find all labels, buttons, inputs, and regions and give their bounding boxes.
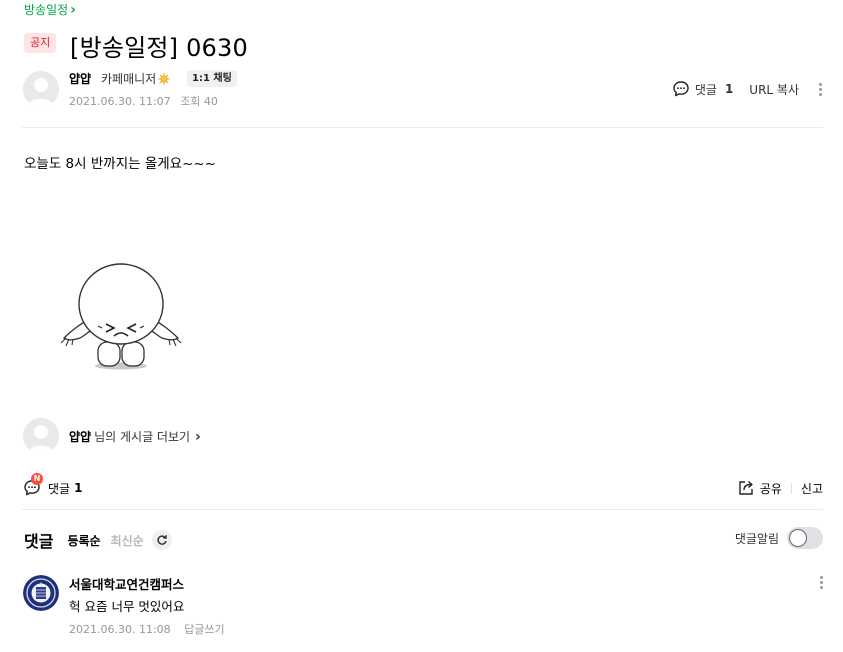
- crying-character-icon: [60, 263, 182, 370]
- share-button[interactable]: 공유: [737, 479, 782, 497]
- one-to-one-chat-button[interactable]: 1:1 채팅: [187, 70, 237, 87]
- comment-notify-toggle[interactable]: [787, 527, 823, 549]
- url-copy-button[interactable]: URL 복사: [749, 81, 799, 98]
- comment-link-count: 1: [724, 82, 734, 96]
- refresh-button[interactable]: [151, 530, 172, 550]
- share-icon: [739, 480, 753, 495]
- comment-link[interactable]: 댓글 1: [672, 80, 733, 98]
- comment-link-label: 댓글: [694, 82, 717, 97]
- comment-toggle-label: 댓글: [48, 481, 71, 496]
- author-avatar[interactable]: [23, 71, 59, 107]
- comment-avatar[interactable]: [23, 575, 59, 611]
- comment-meta: 2021.06.30. 11:08 답글쓰기: [69, 621, 235, 637]
- more-options-icon[interactable]: [815, 82, 825, 96]
- share-report-group: 공유 신고: [737, 479, 823, 497]
- post-views: 조회 40: [180, 95, 218, 108]
- author-more-avatar[interactable]: [23, 418, 59, 454]
- sort-latest-button[interactable]: 최신순: [111, 532, 144, 549]
- comment-more-options-icon[interactable]: [816, 576, 826, 589]
- share-label: 공유: [759, 481, 782, 496]
- author-more-name: 얍얍: [69, 430, 92, 444]
- comment-toggle[interactable]: N 댓글 1: [22, 473, 83, 498]
- post-meta: 2021.06.30. 11:07 조회 40: [69, 93, 224, 109]
- post-top-actions: 댓글 1 URL 복사: [672, 80, 825, 98]
- post-title: [방송일정] 0630: [70, 34, 248, 62]
- comments-title: 댓글: [24, 532, 54, 551]
- post-body-text: 오늘도 8시 반까지는 올게요~~~: [24, 156, 217, 172]
- separator: [790, 482, 792, 494]
- post-date: 2021.06.30. 11:07: [69, 95, 171, 108]
- comments-divider: [22, 509, 823, 510]
- comment-author[interactable]: 서울대학교연건캠퍼스: [69, 574, 184, 593]
- refresh-icon: [157, 535, 167, 545]
- reply-button[interactable]: 답글쓰기: [184, 623, 224, 636]
- comment-notify-label: 댓글알림: [734, 531, 779, 546]
- comment-date: 2021.06.30. 11:08: [69, 623, 171, 636]
- chevron-right-icon: ›: [70, 1, 76, 18]
- author-more-posts-link[interactable]: 얍얍 님의 게시글 더보기 ›: [69, 428, 201, 445]
- chevron-right-icon: ›: [195, 428, 201, 445]
- board-name[interactable]: 방송일정: [24, 1, 68, 18]
- comment-text: 헉 요즘 너무 멋있어요: [69, 599, 185, 614]
- comments-header: 댓글 등록순 최신순: [24, 528, 172, 552]
- author-role: 카페매니저: [101, 70, 170, 87]
- default-profile-icon: [23, 418, 59, 454]
- author-more-label: 님의 게시글 더보기: [94, 430, 191, 444]
- post-bottom-bar: N 댓글 1 공유 신고: [22, 473, 823, 498]
- post-sticker-image: [58, 258, 184, 374]
- comment-bubble-icon: [673, 81, 689, 97]
- comment-notify: 댓글알림: [735, 527, 823, 549]
- new-badge: N: [31, 473, 43, 485]
- header-divider: [22, 127, 823, 128]
- author-name[interactable]: 얍얍: [69, 70, 91, 87]
- manager-sun-icon: [158, 73, 170, 84]
- default-profile-icon: [23, 71, 59, 107]
- comment-toggle-count: 1: [74, 481, 83, 495]
- report-button[interactable]: 신고: [801, 480, 823, 497]
- board-link[interactable]: 방송일정 ›: [24, 1, 76, 18]
- role-label: 카페매니저: [101, 72, 157, 86]
- sort-registered-button[interactable]: 등록순: [67, 532, 100, 549]
- university-emblem-icon: [23, 575, 59, 611]
- notice-badge: 공지: [24, 33, 57, 53]
